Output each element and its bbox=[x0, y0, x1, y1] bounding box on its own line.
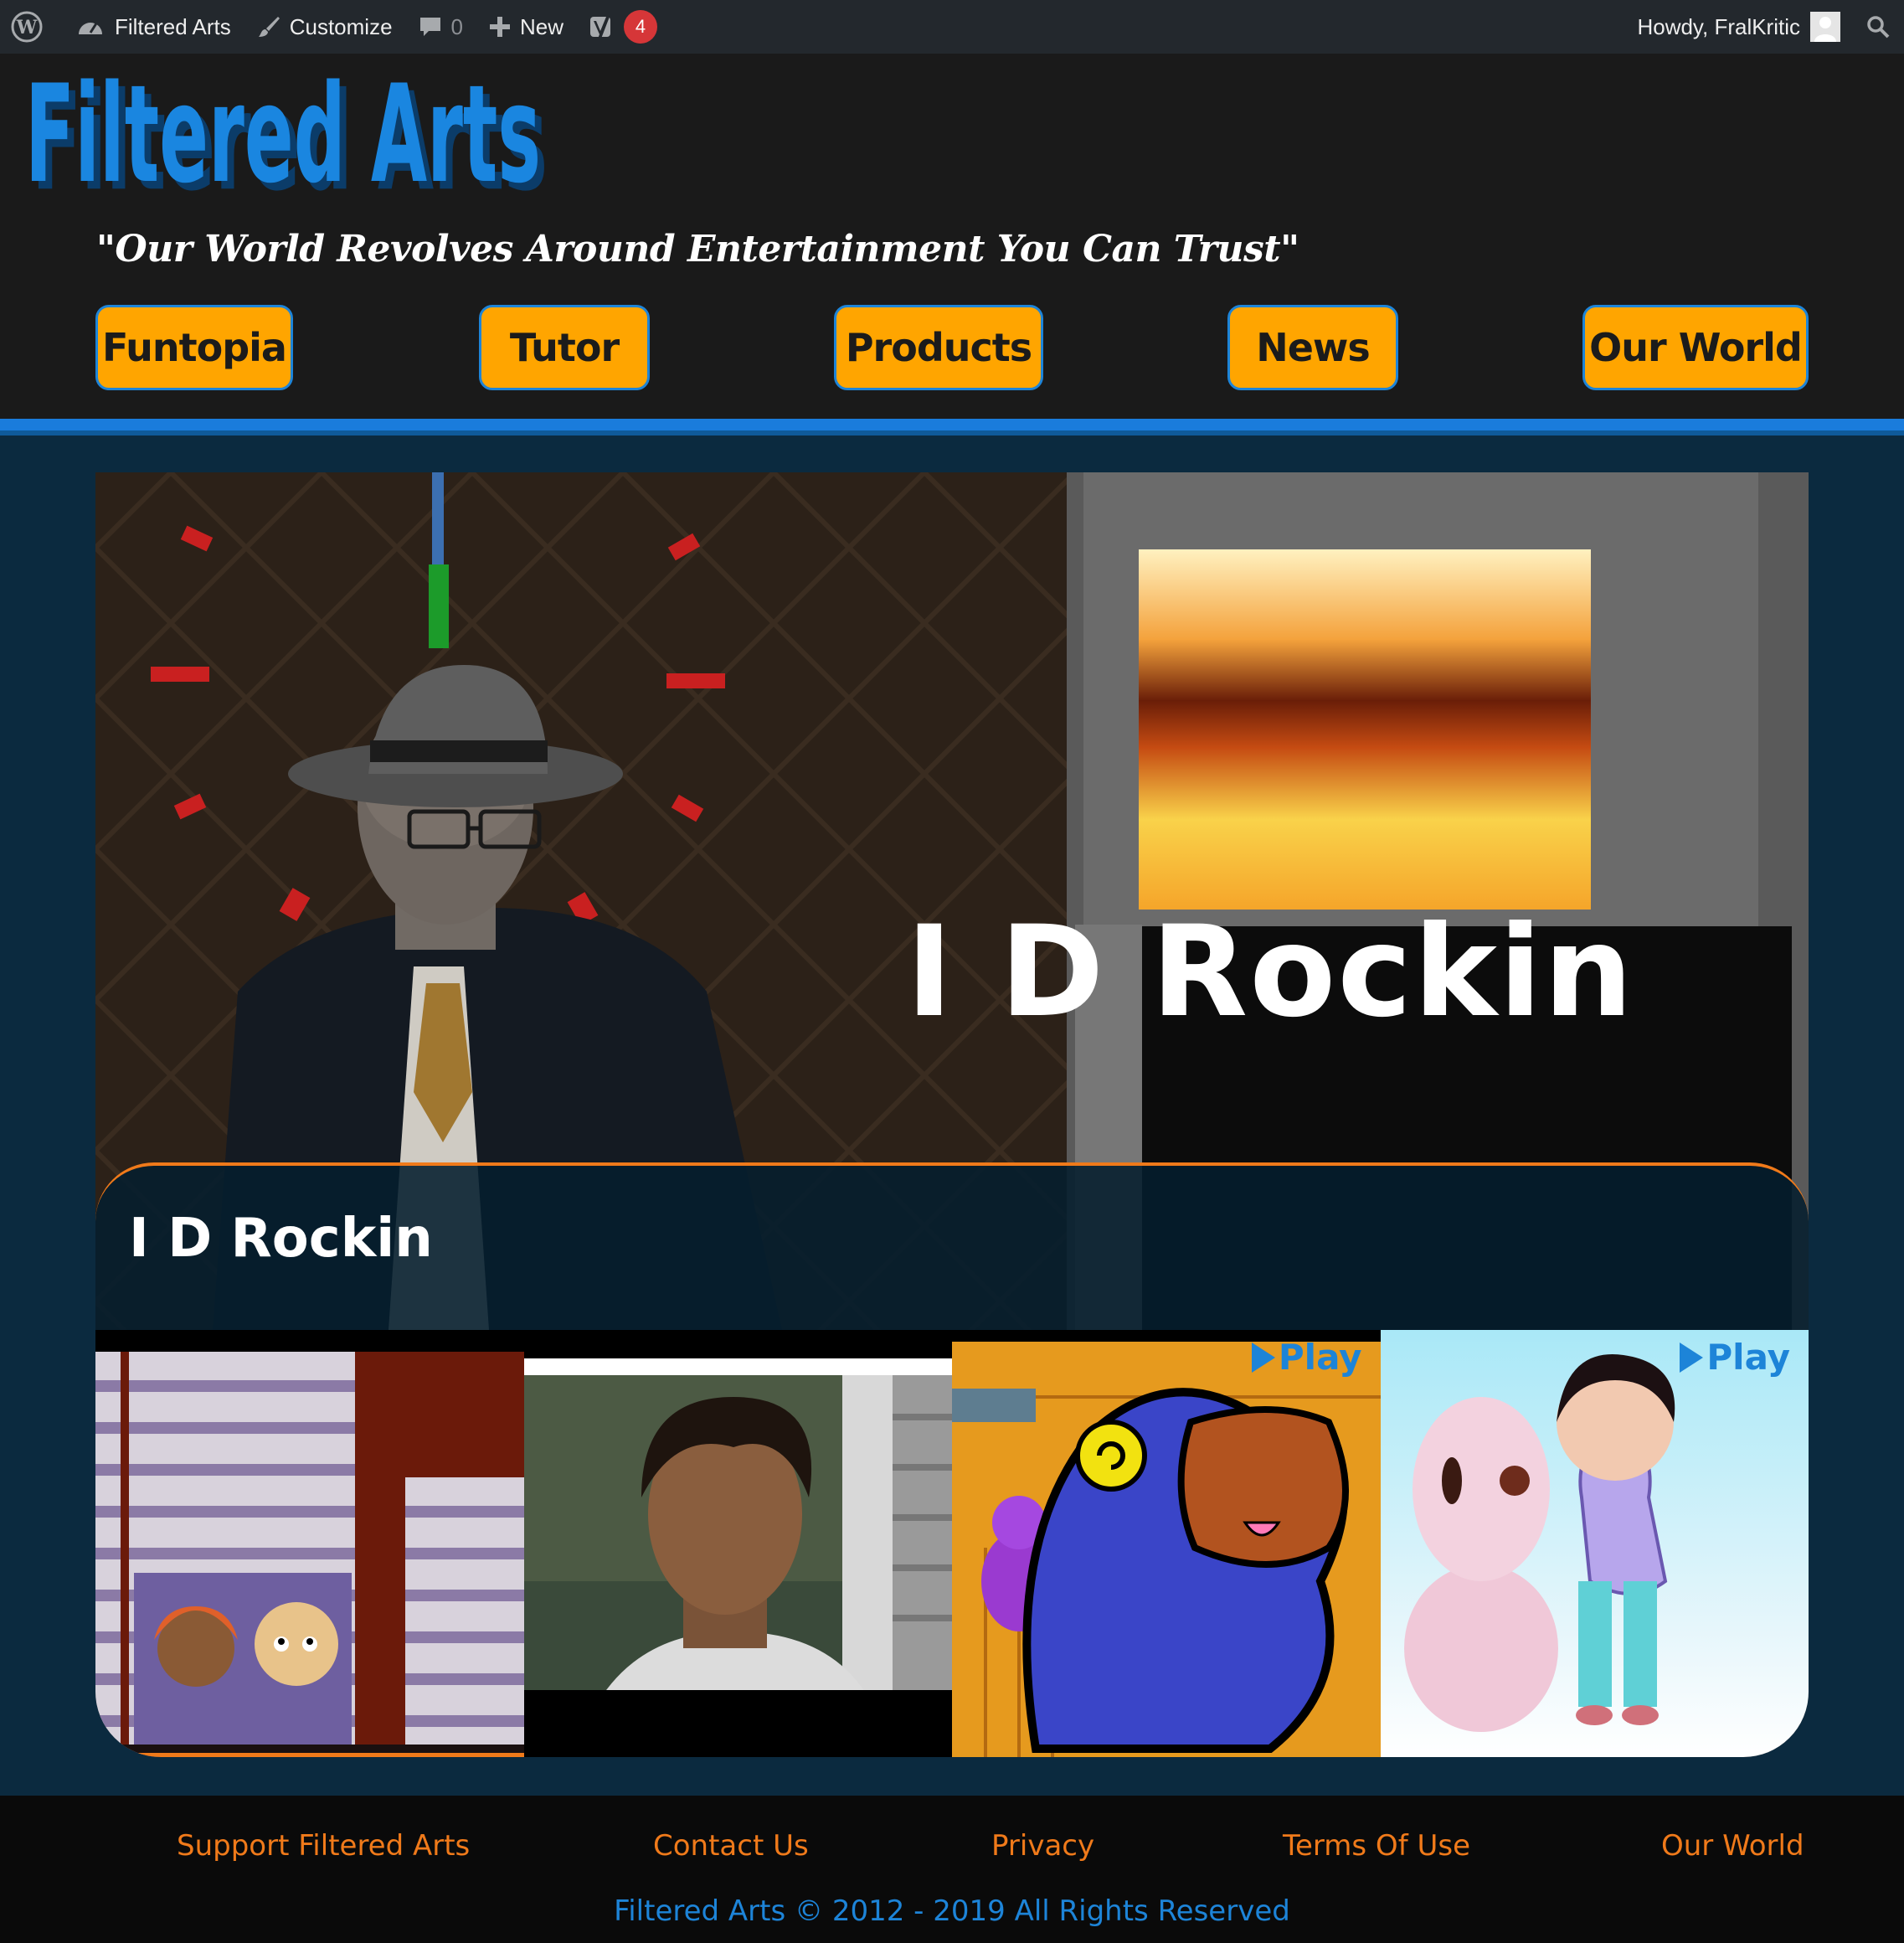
slide-thumbnail-4[interactable]: Play bbox=[1380, 1330, 1809, 1757]
site-name-link[interactable]: Filtered Arts bbox=[64, 0, 244, 54]
dashboard-icon bbox=[76, 14, 105, 39]
slide-thumbnail-1[interactable] bbox=[95, 1330, 524, 1757]
notification-badge: 4 bbox=[624, 10, 658, 44]
new-content-link[interactable]: New bbox=[476, 0, 576, 54]
footer-link-support[interactable]: Support Filtered Arts bbox=[177, 1829, 470, 1863]
play-button[interactable]: Play bbox=[1251, 1337, 1362, 1378]
header-divider bbox=[0, 419, 1904, 430]
header-divider-shadow bbox=[0, 430, 1904, 436]
featured-slider[interactable]: I D Rockin I D Rockin Play Play bbox=[95, 472, 1809, 1757]
search-icon[interactable] bbox=[1853, 0, 1904, 54]
brush-icon bbox=[256, 14, 281, 39]
wordpress-logo-icon[interactable]: W bbox=[0, 0, 64, 54]
plus-icon bbox=[488, 15, 512, 39]
nav-our-world[interactable]: Our World bbox=[1582, 305, 1809, 390]
site-name-label: Filtered Arts bbox=[115, 13, 231, 39]
footer-link-our-world[interactable]: Our World bbox=[1661, 1829, 1804, 1863]
play-icon bbox=[1680, 1342, 1704, 1373]
nav-tutor[interactable]: Tutor bbox=[479, 305, 650, 390]
footer-link-contact[interactable]: Contact Us bbox=[653, 1829, 809, 1863]
nav-news[interactable]: News bbox=[1227, 305, 1398, 390]
nav-funtopia[interactable]: Funtopia bbox=[95, 305, 293, 390]
slide-caption-panel: I D Rockin bbox=[95, 1162, 1809, 1330]
user-account-menu[interactable]: Howdy, FralKritic bbox=[1624, 0, 1853, 54]
slide-thumbnails: Play Play bbox=[95, 1330, 1809, 1757]
footer-link-privacy[interactable]: Privacy bbox=[991, 1829, 1094, 1863]
nav-products[interactable]: Products bbox=[834, 305, 1043, 390]
play-label: Play bbox=[1706, 1337, 1790, 1378]
play-icon bbox=[1251, 1342, 1275, 1373]
yoast-icon bbox=[589, 13, 615, 41]
new-label: New bbox=[520, 13, 564, 39]
site-logo[interactable]: Filtered Arts Filtered Arts bbox=[25, 55, 561, 240]
site-tagline: "Our World Revolves Around Entertainment… bbox=[96, 228, 1299, 271]
comment-icon bbox=[418, 14, 443, 39]
site-header: Filtered Arts Filtered Arts "Our World R… bbox=[0, 54, 1904, 419]
comments-count: 0 bbox=[450, 13, 464, 39]
copyright-text: Filtered Arts © 2012 - 2019 All Rights R… bbox=[614, 1894, 1290, 1928]
footer-link-terms[interactable]: Terms Of Use bbox=[1283, 1829, 1470, 1863]
howdy-label: Howdy, FralKritic bbox=[1637, 13, 1800, 39]
customize-label: Customize bbox=[289, 13, 393, 39]
admin-bar: W Filtered Arts Customize 0 New 4 Howdy,… bbox=[0, 0, 1904, 54]
logo-text: Filtered Arts bbox=[25, 72, 541, 213]
svg-text:W: W bbox=[16, 17, 38, 39]
customize-link[interactable]: Customize bbox=[244, 0, 405, 54]
yoast-seo-menu[interactable]: 4 bbox=[576, 0, 670, 54]
play-button[interactable]: Play bbox=[1680, 1337, 1790, 1378]
avatar bbox=[1810, 12, 1840, 42]
featured-image-caption: I D Rockin bbox=[906, 899, 1635, 1045]
comments-link[interactable]: 0 bbox=[405, 0, 476, 54]
slide-thumbnail-3[interactable]: Play bbox=[952, 1330, 1381, 1757]
slide-title[interactable]: I D Rockin bbox=[129, 1208, 433, 1270]
site-footer: Support Filtered Arts Contact Us Privacy… bbox=[0, 1796, 1904, 1943]
play-label: Play bbox=[1278, 1337, 1362, 1378]
slide-thumbnail-2[interactable] bbox=[523, 1330, 952, 1757]
